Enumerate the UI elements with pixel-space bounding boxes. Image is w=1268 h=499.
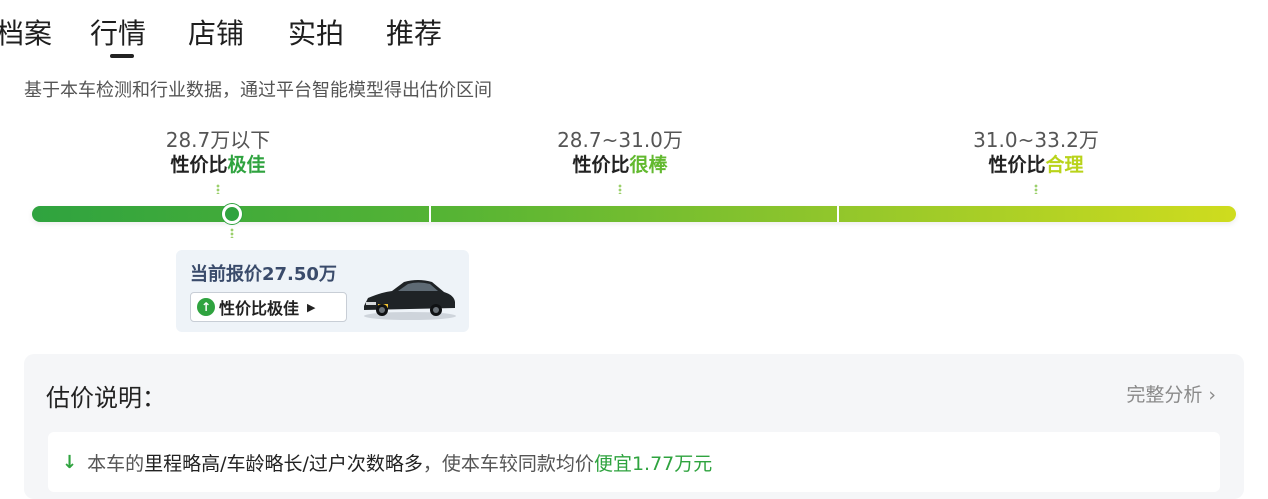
rating-value: 很棒 — [629, 154, 668, 176]
range-rating: 性价比合理 — [906, 152, 1166, 178]
current-price-label: 当前报价27.50万 — [190, 264, 337, 285]
range-rating: 性价比极佳 — [88, 152, 348, 178]
connector-dots — [1034, 184, 1038, 194]
rating-prefix: 性价比 — [170, 154, 228, 176]
panel-title: 估价说明： — [46, 384, 166, 412]
play-arrow-icon: ▶ — [307, 300, 316, 314]
tab-market[interactable]: 行情 — [90, 10, 146, 58]
active-tab-indicator — [110, 54, 134, 58]
up-arrow-icon: ↑ — [197, 298, 215, 316]
full-analysis-link[interactable]: 完整分析 › — [1126, 380, 1216, 407]
reason-highlight: 里程略高/车龄略长/过户次数略多 — [144, 452, 423, 475]
tab-archive[interactable]: 档案 — [0, 10, 52, 58]
range-price: 28.7~31.0万 — [557, 128, 683, 152]
reason-middle: ，使本车较同款均价 — [422, 452, 594, 475]
current-price-card: 当前报价27.50万 ↑ 性价比极佳 ▶ — [176, 250, 469, 332]
tab-store[interactable]: 店铺 — [188, 10, 244, 58]
full-analysis-label: 完整分析 — [1126, 384, 1203, 406]
tab-recommend[interactable]: 推荐 — [386, 10, 442, 58]
bar-separator — [429, 206, 431, 222]
bar-separator — [837, 206, 839, 222]
badge-text: 性价比极佳 — [219, 299, 300, 318]
range-price: 31.0~33.2万 — [973, 128, 1099, 152]
range-label-great: 28.7~31.0万 性价比很棒 — [490, 128, 750, 178]
reason-value: 便宜1.77万元 — [593, 452, 713, 475]
rating-value: 极佳 — [227, 154, 266, 176]
range-rating: 性价比很棒 — [490, 152, 750, 178]
range-label-best: 28.7万以下 性价比极佳 — [88, 128, 348, 178]
down-arrow-icon: ↓ — [62, 451, 78, 473]
rating-prefix: 性价比 — [572, 154, 630, 176]
connector-dots — [618, 184, 622, 194]
price-range-bar — [32, 206, 1236, 222]
tab-photos[interactable]: 实拍 — [288, 10, 344, 58]
connector-dots — [230, 228, 234, 238]
range-label-fair: 31.0~33.2万 性价比合理 — [906, 128, 1166, 178]
reason-prefix: 本车的 — [87, 452, 145, 475]
intro-text: 基于本车检测和行业数据，通过平台智能模型得出估价区间 — [24, 80, 492, 101]
connector-dots — [216, 184, 220, 194]
value-badge-button[interactable]: ↑ 性价比极佳 ▶ — [190, 292, 347, 322]
valuation-explanation-panel: 估价说明： 完整分析 › ↓ 本车的 里程略高/车龄略长/过户次数略多 ，使本车… — [24, 354, 1244, 499]
valuation-reason: ↓ 本车的 里程略高/车龄略长/过户次数略多 ，使本车较同款均价 便宜1.77万… — [48, 432, 1220, 492]
car-image — [364, 280, 456, 320]
chevron-right-icon: › — [1208, 384, 1216, 406]
rating-value: 合理 — [1045, 154, 1084, 176]
range-price: 28.7万以下 — [165, 128, 271, 152]
rating-prefix: 性价比 — [988, 154, 1046, 176]
current-price-marker — [222, 204, 242, 224]
